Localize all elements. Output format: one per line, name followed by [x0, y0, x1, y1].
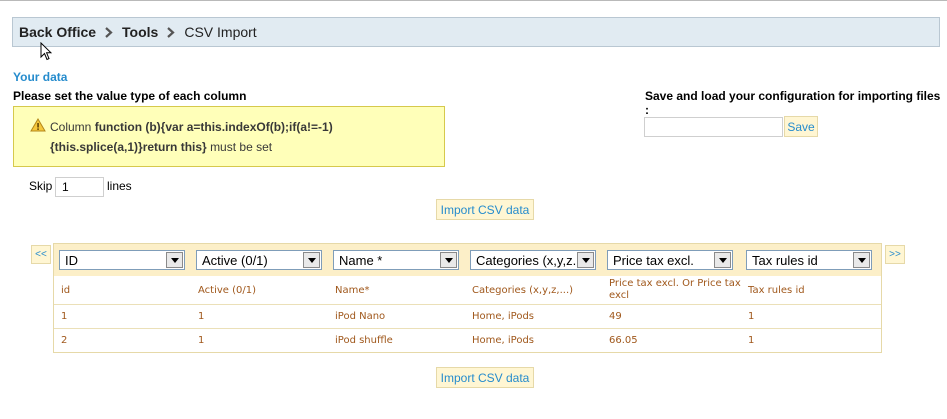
select-value: Price tax excl.: [613, 252, 694, 268]
breadcrumb-csv-import: CSV Import: [184, 24, 257, 40]
warning-code-1: function (b){var a=this.indexOf(b);if(a!…: [94, 120, 333, 134]
dropdown-arrow-icon[interactable]: [853, 252, 870, 268]
import-csv-button-top[interactable]: Import CSV data: [436, 199, 534, 220]
save-config-button[interactable]: Save: [784, 116, 818, 137]
top-border: [0, 0, 947, 3]
lines-label: lines: [107, 179, 132, 193]
table-cell: 1: [748, 311, 755, 322]
skip-lines-input[interactable]: 1: [55, 177, 104, 197]
warning-icon: [30, 118, 46, 135]
column-header: Price tax excl. Or Price tax excl: [609, 278, 741, 301]
chevron-right-icon: [158, 25, 184, 39]
table-cell: 66.05: [609, 335, 638, 346]
select-value: ID: [65, 252, 78, 268]
warning-suffix: must be set: [210, 140, 273, 154]
table-row: 2 1 iPod shuffle Home, iPods 66.05 1: [54, 329, 881, 353]
table-header-row: id Active (0/1) Name* Categories (x,y,z,…: [54, 276, 881, 305]
table-cell: iPod Nano: [335, 311, 386, 322]
table-cell: 1: [198, 311, 205, 322]
warning-line-2: {this.splice(a,1)}return this} must be s…: [50, 140, 272, 154]
dropdown-arrow-icon[interactable]: [714, 252, 731, 268]
skip-label: Skip: [29, 179, 53, 193]
select-value: Active (0/1): [202, 252, 268, 268]
dropdown-arrow-icon[interactable]: [303, 252, 320, 268]
column-header: Active (0/1): [198, 285, 257, 296]
select-value: Tax rules id: [752, 252, 818, 268]
table-cell: 1: [748, 335, 755, 346]
table-cell: 1: [61, 311, 68, 322]
warning-box: Column function (b){var a=this.indexOf(b…: [13, 106, 445, 167]
select-value: Name *: [339, 252, 383, 268]
warning-prefix: Column: [50, 120, 92, 134]
column-type-select-6[interactable]: Tax rules id: [746, 250, 872, 270]
column-type-select-5[interactable]: Price tax excl.: [607, 250, 733, 270]
select-value: Categories (x,y,z...): [476, 252, 577, 268]
section-title: Your data: [13, 70, 68, 84]
column-header: id: [61, 285, 71, 296]
dropdown-arrow-icon[interactable]: [166, 252, 183, 268]
table-row: 1 1 iPod Nano Home, iPods 49 1: [54, 305, 881, 329]
mouse-cursor-icon: [40, 41, 53, 64]
table-cell: Home, iPods: [472, 335, 535, 346]
table-cell: 2: [61, 335, 68, 346]
column-header: Tax rules id: [748, 285, 805, 296]
column-type-row: ID Active (0/1) Name * Categories (x,y,z…: [54, 244, 881, 276]
column-type-select-4[interactable]: Categories (x,y,z...): [470, 250, 596, 270]
breadcrumb: Back Office Tools CSV Import: [12, 17, 940, 47]
table-cell: Home, iPods: [472, 311, 535, 322]
import-csv-button-bottom[interactable]: Import CSV data: [436, 367, 534, 388]
warning-line-1: Column function (b){var a=this.indexOf(b…: [50, 120, 333, 134]
table-cell: 49: [609, 311, 622, 322]
config-name-input[interactable]: [644, 117, 783, 137]
chevron-right-icon: [96, 25, 122, 39]
breadcrumb-tools[interactable]: Tools: [122, 24, 158, 40]
save-config-title: Save and load your configuration for imp…: [645, 89, 941, 117]
column-header: Name*: [335, 285, 370, 296]
column-header: Categories (x,y,z,...): [472, 285, 574, 296]
table-cell: iPod shuffle: [335, 335, 393, 346]
breadcrumb-back-office[interactable]: Back Office: [19, 24, 96, 40]
next-columns-button[interactable]: >>: [885, 245, 905, 264]
dropdown-arrow-icon[interactable]: [577, 252, 594, 268]
warning-code-2: {this.splice(a,1)}return this}: [50, 140, 207, 154]
column-type-select-2[interactable]: Active (0/1): [196, 250, 322, 270]
instruction-text: Please set the value type of each column: [13, 89, 247, 103]
column-type-select-3[interactable]: Name *: [333, 250, 459, 270]
previous-columns-button[interactable]: <<: [31, 245, 51, 264]
import-preview-table: ID Active (0/1) Name * Categories (x,y,z…: [53, 243, 882, 353]
table-cell: 1: [198, 335, 205, 346]
dropdown-arrow-icon[interactable]: [440, 252, 457, 268]
column-type-select-1[interactable]: ID: [59, 250, 185, 270]
